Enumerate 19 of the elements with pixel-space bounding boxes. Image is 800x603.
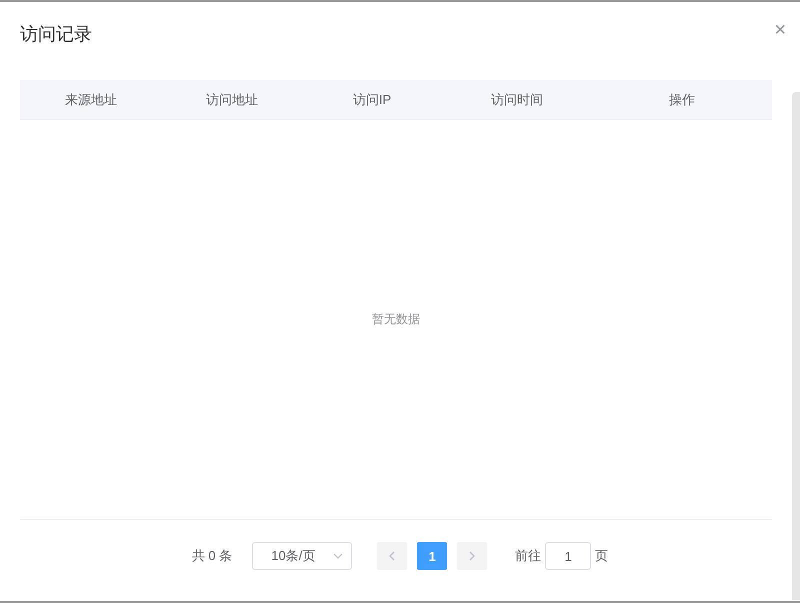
close-button[interactable]: × — [774, 22, 786, 38]
chevron-left-icon — [389, 551, 396, 561]
column-header: 访问地址 — [206, 90, 258, 108]
next-page-button[interactable] — [457, 542, 488, 570]
column-header: 操作 — [669, 90, 695, 108]
column-header: 访问IP — [352, 90, 392, 108]
scrollbar[interactable] — [792, 92, 800, 600]
goto-label: 前往 — [515, 547, 542, 565]
column-header: 访问时间 — [491, 90, 543, 108]
prev-page-button[interactable] — [377, 542, 408, 570]
chevron-down-icon — [333, 553, 344, 559]
dialog-title: 访问记录 — [20, 23, 92, 46]
chevron-right-icon — [469, 551, 476, 561]
empty-text: 暂无数据 — [372, 311, 420, 328]
total-count: 共 0 条 — [192, 547, 232, 565]
column-header: 来源地址 — [65, 90, 117, 108]
page-input[interactable]: 1 — [545, 542, 592, 570]
page-size-select[interactable]: 10条/页 — [252, 542, 352, 570]
page-suffix: 页 — [595, 547, 608, 565]
